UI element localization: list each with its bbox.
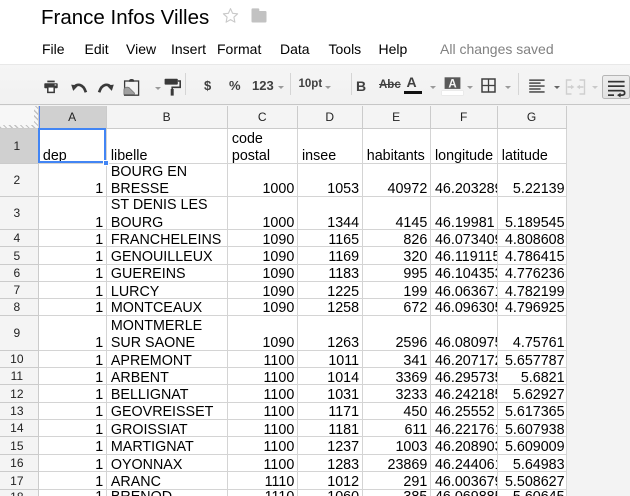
svg-text:A: A (448, 78, 456, 90)
